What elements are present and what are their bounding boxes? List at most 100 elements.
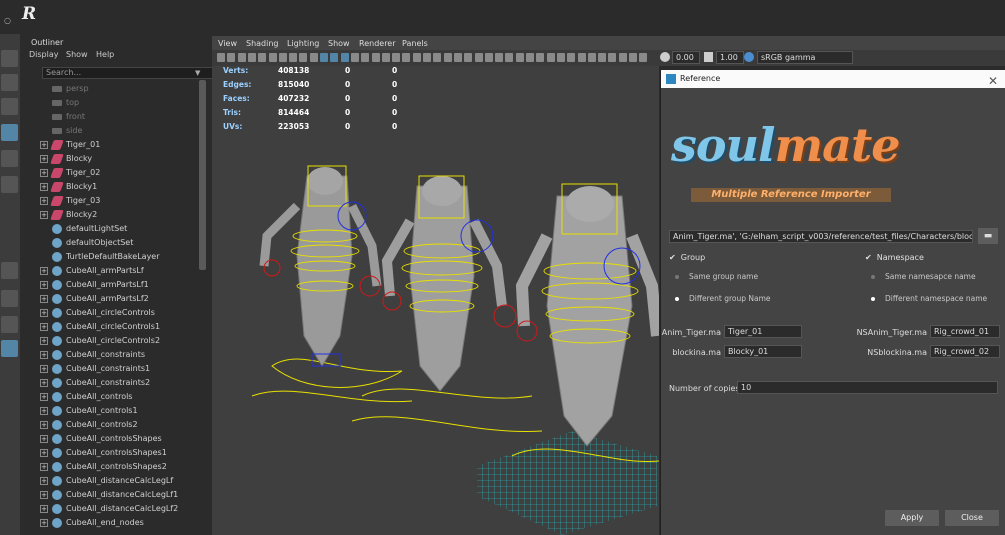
browse-folder-button[interactable]: ▬ xyxy=(978,228,998,244)
expand-icon[interactable]: + xyxy=(40,322,48,331)
expand-icon[interactable]: + xyxy=(40,196,48,205)
viewport-tool-icon[interactable] xyxy=(587,53,596,62)
color-space-select[interactable]: sRGB gamma xyxy=(757,51,853,64)
expand-icon[interactable]: + xyxy=(40,504,48,513)
outliner-item[interactable]: + CubeAll_distanceCalcLegLf xyxy=(40,474,210,488)
apply-button[interactable]: Apply xyxy=(885,510,939,526)
select-tool-icon[interactable] xyxy=(1,50,18,67)
outliner-item[interactable]: + Blocky1 xyxy=(40,180,210,194)
viewport-tool-icon[interactable] xyxy=(598,53,607,62)
outliner-item[interactable]: + CubeAll_controls2 xyxy=(40,418,210,432)
viewport-tool-icon[interactable] xyxy=(412,53,421,62)
viewport-tool-icon[interactable] xyxy=(227,53,236,62)
viewport-tool-icon[interactable] xyxy=(433,53,442,62)
outliner-item[interactable]: persp xyxy=(40,82,210,96)
chevron-down-icon[interactable]: ▼ xyxy=(195,69,200,77)
viewport-tool-icon[interactable] xyxy=(464,53,473,62)
rotate-tool-icon[interactable] xyxy=(1,150,18,167)
menu-display[interactable]: Display xyxy=(29,50,59,59)
outliner-item[interactable]: + CubeAll_armPartsLf1 xyxy=(40,278,210,292)
outliner-item[interactable]: TurtleDefaultBakeLayer xyxy=(40,250,210,264)
menu-panels[interactable]: Panels xyxy=(402,39,428,48)
viewport-tool-icon[interactable] xyxy=(350,53,359,62)
viewport-tool-icon[interactable] xyxy=(371,53,380,62)
expand-icon[interactable]: + xyxy=(40,168,48,177)
viewport-tool-icon[interactable] xyxy=(618,53,627,62)
outliner-item[interactable]: + CubeAll_controlsShapes xyxy=(40,432,210,446)
same-group-radio[interactable]: Same group name xyxy=(675,272,758,281)
expand-icon[interactable]: + xyxy=(40,308,48,317)
close-icon[interactable]: ✕ xyxy=(988,72,998,90)
outliner-item[interactable]: + Blocky xyxy=(40,152,210,166)
viewport-3d[interactable]: Verts: 408138 0 0 Edges: 815040 0 0 Faces: 407232… xyxy=(212,36,659,535)
row2-group-field[interactable]: Blocky_01 xyxy=(724,345,802,358)
diff-namespace-radio[interactable]: Different namespace name xyxy=(871,294,987,303)
expand-icon[interactable]: + xyxy=(40,350,48,359)
expand-icon[interactable]: + xyxy=(40,280,48,289)
outliner-item[interactable]: + CubeAll_circleControls2 xyxy=(40,334,210,348)
outliner-scrollbar[interactable] xyxy=(199,80,206,270)
outliner-item[interactable]: + CubeAll_controls1 xyxy=(40,404,210,418)
viewport-tool-icon[interactable] xyxy=(629,53,637,62)
outliner-item[interactable]: top xyxy=(40,96,210,110)
outliner-item[interactable]: + Blocky2 xyxy=(40,208,210,222)
row1-namespace-field[interactable]: Rig_crowd_01 xyxy=(930,325,1000,338)
expand-icon[interactable]: + xyxy=(40,378,48,387)
viewport-tool-icon[interactable] xyxy=(515,53,524,62)
outliner-item[interactable]: + CubeAll_distanceCalcLegLf1 xyxy=(40,488,210,502)
lasso-tool-icon[interactable] xyxy=(1,74,18,91)
outliner-item[interactable]: + CubeAll_constraints xyxy=(40,348,210,362)
layout-four-icon[interactable] xyxy=(1,290,18,307)
viewport-tool-icon[interactable] xyxy=(289,53,298,62)
layout-outliner-icon[interactable] xyxy=(1,340,18,357)
viewport-tool-icon[interactable] xyxy=(536,53,545,62)
viewport-tool-icon[interactable] xyxy=(526,53,534,62)
outliner-item[interactable]: front xyxy=(40,110,210,124)
viewport-tool-icon[interactable] xyxy=(330,53,339,62)
outliner-item[interactable]: side xyxy=(40,124,210,138)
expand-icon[interactable]: + xyxy=(40,294,48,303)
viewport-tool-icon[interactable] xyxy=(556,53,565,62)
viewport-tool-icon[interactable] xyxy=(237,53,246,62)
viewport-tool-icon[interactable] xyxy=(299,53,308,62)
outliner-item[interactable]: + CubeAll_end_nodes xyxy=(40,516,210,530)
viewport-tool-icon[interactable] xyxy=(546,53,555,62)
outliner-item[interactable]: + CubeAll_armPartsLf2 xyxy=(40,292,210,306)
exposure-field[interactable]: 0.00 xyxy=(672,51,700,64)
viewport-tool-icon[interactable] xyxy=(340,53,349,62)
close-button[interactable]: Close xyxy=(945,510,999,526)
outliner-tab[interactable]: Outliner xyxy=(28,38,66,47)
menu-shading[interactable]: Shading xyxy=(246,39,279,48)
viewport-tool-icon[interactable] xyxy=(217,53,225,62)
move-tool-icon[interactable] xyxy=(1,124,18,141)
viewport-tool-icon[interactable] xyxy=(484,53,493,62)
viewport-tool-icon[interactable] xyxy=(309,53,318,62)
outliner-item[interactable]: + CubeAll_constraints2 xyxy=(40,376,210,390)
menu-view[interactable]: View xyxy=(218,39,237,48)
outliner-item[interactable]: + CubeAll_constraints1 xyxy=(40,362,210,376)
viewport-tool-icon[interactable] xyxy=(443,53,452,62)
viewport-tool-icon[interactable] xyxy=(392,53,401,62)
viewport-tool-icon[interactable] xyxy=(567,53,576,62)
file-path-field[interactable]: Anim_Tiger.ma', 'G:/elham_script_v003/re… xyxy=(669,230,973,243)
namespace-checkbox[interactable]: ✔ Namespace xyxy=(865,253,924,262)
outliner-item[interactable]: + Tiger_03 xyxy=(40,194,210,208)
viewport-tool-icon[interactable] xyxy=(361,53,370,62)
viewport-tool-icon[interactable] xyxy=(423,53,431,62)
row1-group-field[interactable]: Tiger_01 xyxy=(724,325,802,338)
group-checkbox[interactable]: ✔ Group xyxy=(669,253,705,262)
same-namespace-radio[interactable]: Same namesapce name xyxy=(871,272,976,281)
copies-field[interactable]: 10 xyxy=(737,381,998,394)
expand-icon[interactable]: + xyxy=(40,210,48,219)
menu-show[interactable]: Show xyxy=(328,39,350,48)
viewport-tool-icon[interactable] xyxy=(505,53,514,62)
expand-icon[interactable]: + xyxy=(40,364,48,373)
viewport-tool-icon[interactable] xyxy=(639,53,648,62)
outliner-item[interactable]: + CubeAll_controls xyxy=(40,390,210,404)
menu-renderer[interactable]: Renderer xyxy=(359,39,396,48)
pin-icon[interactable]: ○ xyxy=(4,16,11,25)
expand-icon[interactable]: + xyxy=(40,448,48,457)
viewport-tool-icon[interactable] xyxy=(608,53,617,62)
menu-show[interactable]: Show xyxy=(66,50,88,59)
expand-icon[interactable]: + xyxy=(40,154,48,163)
